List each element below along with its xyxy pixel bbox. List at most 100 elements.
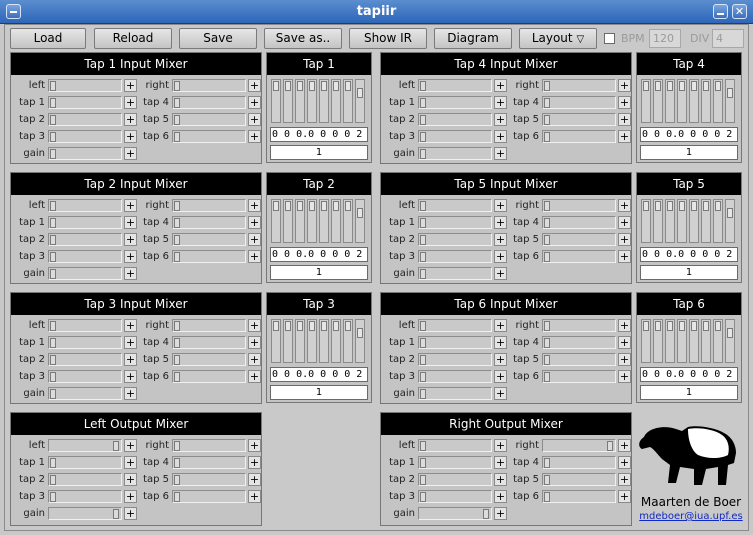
- plus-button[interactable]: +: [248, 199, 261, 212]
- slider-knob[interactable]: [643, 201, 649, 211]
- level-slider[interactable]: [418, 147, 492, 160]
- plus-button[interactable]: +: [124, 130, 137, 143]
- slider-knob[interactable]: [273, 321, 279, 331]
- level-slider[interactable]: [542, 130, 616, 143]
- slider-knob[interactable]: [420, 98, 426, 108]
- slider-knob[interactable]: [174, 338, 180, 348]
- plus-button[interactable]: +: [494, 79, 507, 92]
- show-ir-button[interactable]: Show IR: [349, 28, 427, 49]
- slider-knob[interactable]: [113, 509, 119, 519]
- plus-button[interactable]: +: [248, 336, 261, 349]
- plus-button[interactable]: +: [124, 473, 137, 486]
- level-slider[interactable]: [542, 250, 616, 263]
- plus-button[interactable]: +: [494, 113, 507, 126]
- slider-knob[interactable]: [50, 338, 56, 348]
- tap-number-field[interactable]: 1: [270, 385, 368, 400]
- minimize-button[interactable]: [713, 4, 728, 19]
- delay-digit-slider[interactable]: [295, 319, 305, 363]
- level-slider[interactable]: [172, 336, 246, 349]
- level-slider[interactable]: [172, 319, 246, 332]
- slider-knob[interactable]: [50, 475, 56, 485]
- slider-knob[interactable]: [420, 458, 426, 468]
- plus-button[interactable]: +: [248, 250, 261, 263]
- slider-knob[interactable]: [285, 81, 291, 91]
- level-slider[interactable]: [542, 439, 616, 452]
- slider-knob[interactable]: [345, 321, 351, 331]
- slider-knob[interactable]: [691, 201, 697, 211]
- delay-digit-slider[interactable]: [677, 319, 687, 363]
- slider-knob[interactable]: [333, 321, 339, 331]
- delay-digit-slider[interactable]: [725, 79, 735, 123]
- delay-value-field[interactable]: 0 0 0.0 0 0 0 2: [640, 247, 738, 262]
- slider-knob[interactable]: [544, 252, 550, 262]
- bpm-field[interactable]: 120: [649, 29, 681, 48]
- delay-digit-slider[interactable]: [355, 319, 365, 363]
- level-slider[interactable]: [48, 490, 122, 503]
- level-slider[interactable]: [48, 79, 122, 92]
- slider-knob[interactable]: [544, 321, 550, 331]
- diagram-button[interactable]: Diagram: [434, 28, 512, 49]
- tap-number-field[interactable]: 1: [270, 145, 368, 160]
- delay-digit-slider[interactable]: [701, 199, 711, 243]
- level-slider[interactable]: [542, 319, 616, 332]
- slider-knob[interactable]: [655, 81, 661, 91]
- slider-knob[interactable]: [544, 81, 550, 91]
- slider-knob[interactable]: [544, 235, 550, 245]
- level-slider[interactable]: [48, 336, 122, 349]
- slider-knob[interactable]: [50, 458, 56, 468]
- plus-button[interactable]: +: [248, 473, 261, 486]
- slider-knob[interactable]: [643, 321, 649, 331]
- delay-digit-slider[interactable]: [331, 79, 341, 123]
- slider-knob[interactable]: [655, 201, 661, 211]
- slider-knob[interactable]: [50, 269, 56, 279]
- slider-knob[interactable]: [50, 218, 56, 228]
- plus-button[interactable]: +: [618, 319, 631, 332]
- plus-button[interactable]: +: [494, 199, 507, 212]
- plus-button[interactable]: +: [124, 336, 137, 349]
- slider-knob[interactable]: [50, 235, 56, 245]
- slider-knob[interactable]: [113, 441, 119, 451]
- slider-knob[interactable]: [174, 98, 180, 108]
- tap-number-field[interactable]: 1: [640, 385, 738, 400]
- level-slider[interactable]: [542, 79, 616, 92]
- delay-digit-slider[interactable]: [331, 319, 341, 363]
- plus-button[interactable]: +: [124, 147, 137, 160]
- level-slider[interactable]: [542, 490, 616, 503]
- level-slider[interactable]: [48, 250, 122, 263]
- reload-button[interactable]: Reload: [94, 28, 172, 49]
- delay-digit-slider[interactable]: [295, 199, 305, 243]
- slider-knob[interactable]: [273, 201, 279, 211]
- slider-knob[interactable]: [333, 81, 339, 91]
- delay-digit-slider[interactable]: [689, 79, 699, 123]
- level-slider[interactable]: [542, 473, 616, 486]
- slider-knob[interactable]: [679, 81, 685, 91]
- level-slider[interactable]: [418, 336, 492, 349]
- plus-button[interactable]: +: [494, 250, 507, 263]
- plus-button[interactable]: +: [124, 370, 137, 383]
- delay-digit-slider[interactable]: [665, 79, 675, 123]
- slider-knob[interactable]: [667, 321, 673, 331]
- level-slider[interactable]: [48, 216, 122, 229]
- plus-button[interactable]: +: [248, 79, 261, 92]
- slider-knob[interactable]: [643, 81, 649, 91]
- slider-knob[interactable]: [420, 321, 426, 331]
- plus-button[interactable]: +: [618, 96, 631, 109]
- slider-knob[interactable]: [655, 321, 661, 331]
- level-slider[interactable]: [48, 96, 122, 109]
- slider-knob[interactable]: [174, 235, 180, 245]
- delay-digit-slider[interactable]: [653, 199, 663, 243]
- plus-button[interactable]: +: [248, 113, 261, 126]
- slider-knob[interactable]: [715, 201, 721, 211]
- delay-digit-slider[interactable]: [271, 319, 281, 363]
- level-slider[interactable]: [542, 456, 616, 469]
- delay-digit-slider[interactable]: [307, 319, 317, 363]
- delay-digit-slider[interactable]: [295, 79, 305, 123]
- plus-button[interactable]: +: [124, 113, 137, 126]
- level-slider[interactable]: [418, 216, 492, 229]
- plus-button[interactable]: +: [124, 439, 137, 452]
- level-slider[interactable]: [542, 113, 616, 126]
- delay-digit-slider[interactable]: [725, 199, 735, 243]
- save-as-button[interactable]: Save as..: [264, 28, 342, 49]
- delay-digit-slider[interactable]: [283, 199, 293, 243]
- level-slider[interactable]: [48, 233, 122, 246]
